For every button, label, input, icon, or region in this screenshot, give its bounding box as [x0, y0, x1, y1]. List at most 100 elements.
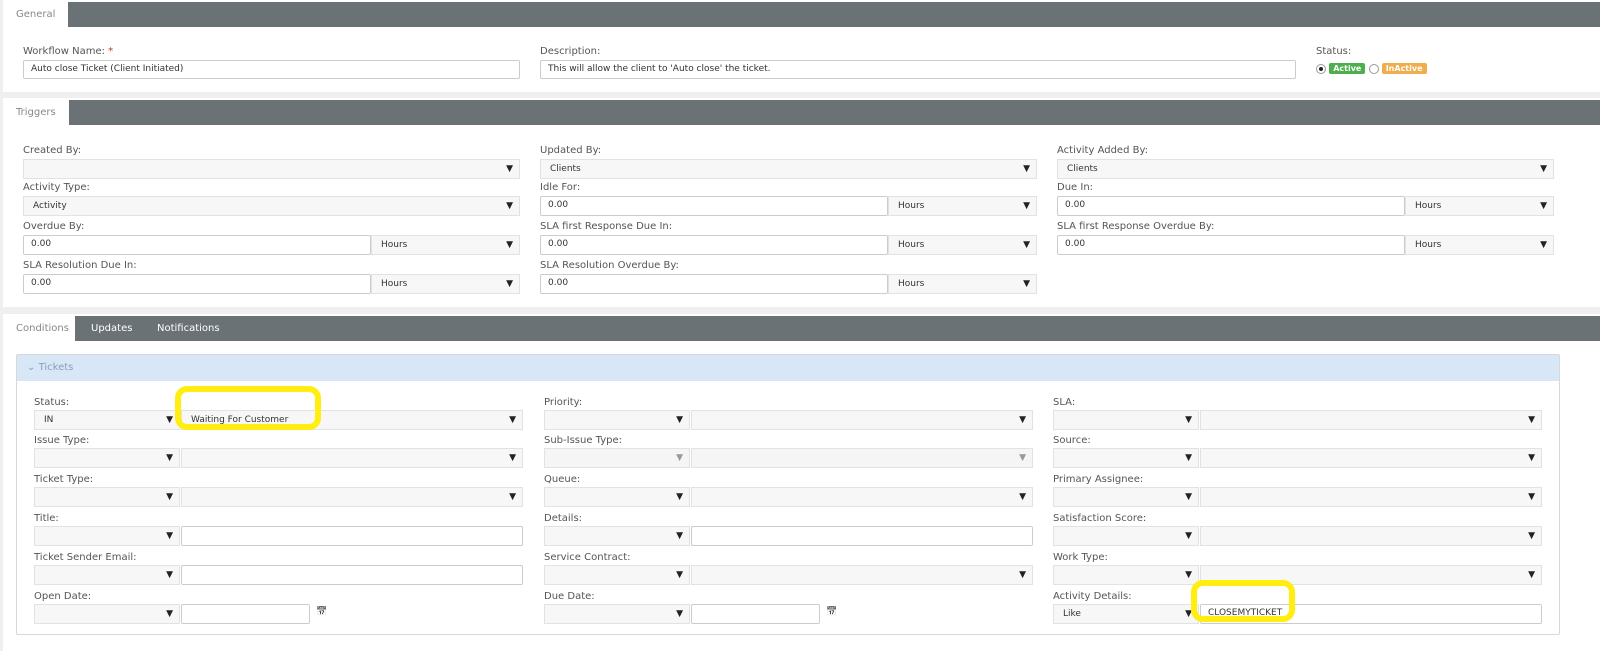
sla-resolution-overdue-by-unit-select[interactable]: Hours ▼ [888, 274, 1037, 294]
ticket-type-value-select[interactable]: ▼ [181, 487, 523, 507]
calendar-icon[interactable]: 📅 [826, 607, 837, 617]
due-in-label: Due In: [1057, 182, 1094, 193]
status-label: Status: [34, 397, 70, 408]
idle-for-unit-select[interactable]: Hours ▼ [888, 196, 1037, 216]
dropdown-arrow-icon: ▼ [166, 531, 173, 541]
dropdown-arrow-icon: ▼ [1528, 492, 1535, 502]
tab-notifications[interactable]: Notifications [144, 316, 233, 341]
idle-for-label: Idle For: [540, 182, 581, 193]
details-operator-select[interactable]: ▼ [544, 526, 690, 546]
sla-value-select[interactable]: ▼ [1200, 410, 1542, 430]
sla-first-response-due-in-unit-select-value: Hours [898, 240, 925, 250]
dropdown-arrow-icon: ▼ [676, 531, 683, 541]
dropdown-arrow-icon: ▼ [1540, 240, 1547, 250]
satisfaction-score-operator-select[interactable]: ▼ [1053, 526, 1199, 546]
source-operator-select[interactable]: ▼ [1053, 448, 1199, 468]
open-date-label: Open Date: [34, 591, 92, 602]
due-in-input[interactable]: 0.00 [1057, 196, 1405, 216]
due-date-input[interactable] [691, 604, 820, 624]
sla-first-response-overdue-by-unit-select-value: Hours [1415, 240, 1442, 250]
sla-resolution-overdue-by-input[interactable]: 0.00 [540, 274, 888, 294]
tickets-section-header[interactable]: ⌄ Tickets [17, 355, 1559, 381]
open-date-input[interactable] [181, 604, 310, 624]
conditions-panel: Conditions Updates Notifications ⌄ Ticke… [3, 314, 1600, 651]
ticket-type-operator-select[interactable]: ▼ [34, 487, 180, 507]
satisfaction-score-value-select[interactable]: ▼ [1200, 526, 1542, 546]
updated-by-select[interactable]: Clients ▼ [540, 159, 1037, 179]
inactive-radio[interactable] [1368, 63, 1379, 74]
issue-type-value-select[interactable]: ▼ [181, 448, 523, 468]
dropdown-arrow-icon: ▼ [676, 453, 683, 463]
dropdown-arrow-icon: ▼ [1019, 415, 1026, 425]
description-input[interactable]: This will allow the client to 'Auto clos… [540, 60, 1296, 79]
priority-value-select[interactable]: ▼ [691, 410, 1033, 430]
source-value-select[interactable]: ▼ [1200, 448, 1542, 468]
due-date-label: Due Date: [544, 591, 595, 602]
overdue-by-input[interactable]: 0.00 [23, 235, 371, 255]
tab-general[interactable]: General [3, 2, 69, 27]
tab-conditions[interactable]: Conditions [3, 316, 75, 341]
work-type-operator-select[interactable]: ▼ [1053, 565, 1199, 585]
dropdown-arrow-icon: ▼ [1185, 415, 1192, 425]
satisfaction-score-label: Satisfaction Score: [1053, 513, 1147, 524]
issue-type-label: Issue Type: [34, 435, 90, 446]
tab-updates[interactable]: Updates [78, 316, 145, 341]
triggers-panel: Triggers Created By: ▼ Updated By: Clients ▼… [3, 98, 1600, 307]
activity-type-select[interactable]: Activity ▼ [23, 196, 520, 216]
workflow-name-input[interactable]: Auto close Ticket (Client Initiated) [23, 60, 520, 79]
ticket-sender-email-input[interactable] [181, 565, 523, 585]
sub-issue-type-label: Sub-Issue Type: [544, 435, 623, 446]
dropdown-arrow-icon: ▼ [1185, 492, 1192, 502]
queue-label: Queue: [544, 474, 581, 485]
sla-first-response-overdue-by-label: SLA first Response Overdue By: [1057, 221, 1215, 232]
sla-operator-select[interactable]: ▼ [1053, 410, 1199, 430]
due-date-operator-select[interactable]: ▼ [544, 604, 690, 624]
sla-first-response-due-in-unit-select[interactable]: Hours ▼ [888, 235, 1037, 255]
title-operator-select[interactable]: ▼ [34, 526, 180, 546]
primary-assignee-operator-select[interactable]: ▼ [1053, 487, 1199, 507]
open-date-operator-select[interactable]: ▼ [34, 604, 180, 624]
sla-resolution-due-in-unit-select[interactable]: Hours ▼ [371, 274, 520, 294]
primary-assignee-value-select[interactable]: ▼ [1200, 487, 1542, 507]
activity-details-input[interactable]: CLOSEMYTICKET [1200, 604, 1542, 624]
sub-issue-type-operator-select[interactable]: ▼ [544, 448, 690, 468]
dropdown-arrow-icon: ▼ [1019, 570, 1026, 580]
sla-resolution-due-in-unit-select-value: Hours [381, 279, 408, 289]
status-value-select[interactable]: Waiting For Customer ▼ [181, 410, 523, 430]
issue-type-operator-select[interactable]: ▼ [34, 448, 180, 468]
created-by-select[interactable]: ▼ [23, 159, 520, 179]
dropdown-arrow-icon: ▼ [1528, 570, 1535, 580]
work-type-value-select[interactable]: ▼ [1200, 565, 1542, 585]
overdue-by-label: Overdue By: [23, 221, 85, 232]
dropdown-arrow-icon: ▼ [676, 415, 683, 425]
details-input[interactable] [691, 526, 1033, 546]
sub-issue-type-value-select[interactable]: ▼ [691, 448, 1033, 468]
sla-first-response-due-in-input[interactable]: 0.00 [540, 235, 888, 255]
tab-triggers[interactable]: Triggers [3, 100, 69, 125]
idle-for-input[interactable]: 0.00 [540, 196, 888, 216]
dropdown-arrow-icon: ▼ [1540, 201, 1547, 211]
dropdown-arrow-icon: ▼ [1185, 531, 1192, 541]
status-operator-select[interactable]: IN ▼ [34, 410, 180, 430]
queue-value-select[interactable]: ▼ [691, 487, 1033, 507]
priority-label: Priority: [544, 397, 583, 408]
sla-first-response-overdue-by-input[interactable]: 0.00 [1057, 235, 1405, 255]
service-contract-value-select[interactable]: ▼ [691, 565, 1033, 585]
activity-details-operator-select[interactable]: Like ▼ [1053, 604, 1199, 624]
calendar-icon[interactable]: 📅 [316, 607, 327, 617]
title-input[interactable] [181, 526, 523, 546]
sla-first-response-overdue-by-unit-select[interactable]: Hours ▼ [1405, 235, 1554, 255]
service-contract-operator-select[interactable]: ▼ [544, 565, 690, 585]
activity-added-by-select-value: Clients [1067, 164, 1098, 174]
queue-operator-select[interactable]: ▼ [544, 487, 690, 507]
due-in-unit-select[interactable]: Hours ▼ [1405, 196, 1554, 216]
activity-added-by-select[interactable]: Clients ▼ [1057, 159, 1554, 179]
dropdown-arrow-icon: ▼ [166, 609, 173, 619]
active-badge: Active [1329, 63, 1366, 74]
idle-for-unit-select-value: Hours [898, 201, 925, 211]
ticket-sender-email-operator-select[interactable]: ▼ [34, 565, 180, 585]
overdue-by-unit-select[interactable]: Hours ▼ [371, 235, 520, 255]
sla-resolution-due-in-input[interactable]: 0.00 [23, 274, 371, 294]
priority-operator-select[interactable]: ▼ [544, 410, 690, 430]
active-radio[interactable] [1316, 63, 1326, 74]
